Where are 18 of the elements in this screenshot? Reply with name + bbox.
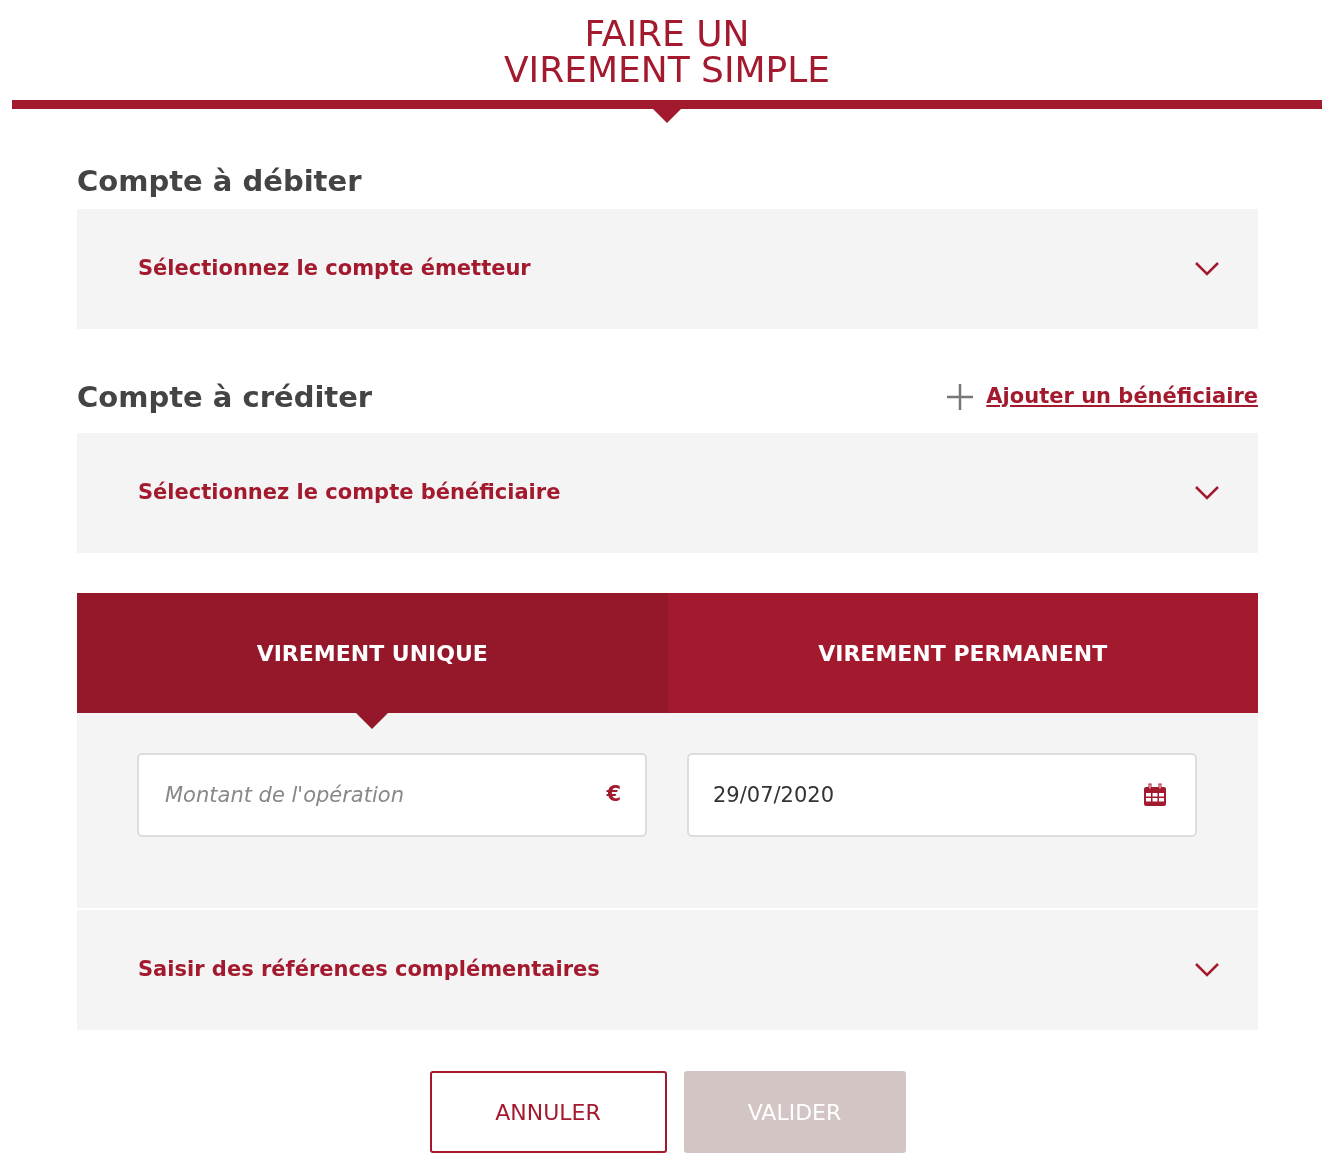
section-heading: Compte à débiter bbox=[77, 163, 363, 200]
section-heading: Compte à créditer bbox=[77, 379, 373, 416]
page-title: FAIRE UN VIREMENT SIMPLE bbox=[503, 16, 831, 88]
euro-sign: € bbox=[606, 781, 621, 808]
calendar-icon[interactable] bbox=[1143, 783, 1167, 807]
date-field[interactable]: 29/07/2020 bbox=[687, 753, 1197, 837]
add-beneficiary-link[interactable]: Ajouter un bénéficiaire bbox=[986, 381, 1258, 413]
tab[interactable]: VIREMENT PERMANENT bbox=[667, 593, 1258, 713]
account-dropdown[interactable]: Sélectionnez le compte émetteur bbox=[77, 209, 1258, 329]
references-dropdown[interactable]: Saisir des références complémentaires bbox=[77, 910, 1258, 1030]
tab[interactable]: VIREMENT UNIQUE bbox=[77, 593, 668, 713]
account-dropdown[interactable]: Sélectionnez le compte bénéficiaire bbox=[77, 433, 1258, 553]
chevron-down-icon bbox=[1194, 485, 1220, 501]
chevron-down-icon bbox=[1194, 261, 1220, 277]
pointer-icon bbox=[653, 109, 681, 123]
cancel-button[interactable]: ANNULER bbox=[429, 1071, 667, 1153]
plus-icon bbox=[946, 382, 975, 411]
chevron-down-icon bbox=[1194, 962, 1220, 978]
